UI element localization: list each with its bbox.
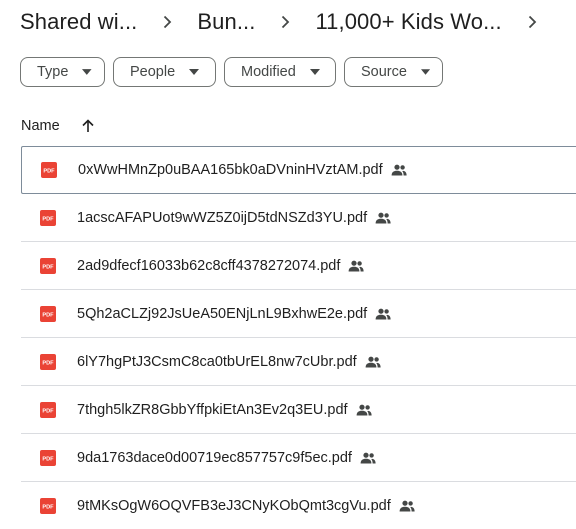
pdf-icon: PDF (40, 305, 56, 322)
file-name: 7thgh5lkZR8GbbYffpkiEtAn3Ev2q3EU.pdf (77, 401, 348, 418)
breadcrumb: Shared wi... Bun... 11,000+ Kids Wo... (20, 4, 562, 40)
pdf-icon: PDF (40, 497, 56, 514)
file-name: 1acscAFAPUot9wWZ5Z0ijD5tdNSZd3YU.pdf (77, 209, 368, 226)
file-name: 6lY7hgPtJ3CsmC8ca0tbUrEL8nw7cUbr.pdf (77, 353, 357, 370)
file-row[interactable]: PDF 9tMKsOgW6OQVFB3eJ3CNyKObQmt3cgVu.pdf (21, 482, 576, 529)
file-name: 9da1763dace0d00719ec857757c9f5ec.pdf (77, 449, 352, 466)
pdf-icon: PDF (40, 257, 56, 274)
chevron-right-icon (255, 10, 315, 34)
file-list: PDF 0xWwHMnZp0uBAA165bk0aDVninHVztAM.pdf P… (21, 146, 576, 529)
arrow-up-icon[interactable] (80, 118, 96, 134)
svg-text:PDF: PDF (42, 504, 54, 510)
source-filter-chip[interactable]: Source (344, 57, 443, 87)
file-row[interactable]: PDF 6lY7hgPtJ3CsmC8ca0tbUrEL8nw7cUbr.pdf (21, 338, 576, 386)
file-name-cell: 9tMKsOgW6OQVFB3eJ3CNyKObQmt3cgVu.pdf (77, 498, 415, 514)
shared-people-icon (375, 308, 391, 319)
people-filter-label: People (130, 64, 176, 80)
shared-people-icon (360, 452, 376, 463)
svg-text:PDF: PDF (42, 408, 54, 414)
file-row[interactable]: PDF 2ad9dfecf16033b62c8cff4378272074.pdf (21, 242, 576, 290)
pdf-icon: PDF (40, 401, 56, 418)
file-name: 9tMKsOgW6OQVFB3eJ3CNyKObQmt3cgVu.pdf (77, 497, 391, 514)
source-filter-label: Source (361, 64, 407, 80)
shared-people-icon (365, 356, 381, 367)
file-row[interactable]: PDF 1acscAFAPUot9wWZ5Z0ijD5tdNSZd3YU.pdf (21, 194, 576, 242)
list-column-header: Name (21, 114, 96, 138)
shared-people-icon (356, 404, 372, 415)
dropdown-arrow-icon (420, 69, 430, 75)
breadcrumb-item-current-folder[interactable]: 11,000+ Kids Wo... (315, 9, 501, 35)
pdf-icon: PDF (40, 353, 56, 370)
people-filter-chip[interactable]: People (113, 57, 216, 87)
svg-text:PDF: PDF (42, 456, 54, 462)
shared-people-icon (391, 164, 407, 176)
svg-text:PDF: PDF (42, 312, 54, 318)
svg-text:PDF: PDF (43, 169, 55, 175)
name-column-header[interactable]: Name (21, 118, 60, 134)
pdf-icon: PDF (41, 162, 57, 178)
file-row[interactable]: PDF 0xWwHMnZp0uBAA165bk0aDVninHVztAM.pdf (21, 146, 576, 194)
breadcrumb-item-shared[interactable]: Shared wi... (20, 9, 137, 35)
file-name-cell: 6lY7hgPtJ3CsmC8ca0tbUrEL8nw7cUbr.pdf (77, 354, 381, 370)
file-name-cell: 9da1763dace0d00719ec857757c9f5ec.pdf (77, 450, 376, 466)
svg-text:PDF: PDF (42, 360, 54, 366)
drive-file-list-page: Shared wi... Bun... 11,000+ Kids Wo... T… (0, 0, 576, 529)
svg-text:PDF: PDF (42, 264, 54, 270)
type-filter-chip[interactable]: Type (20, 57, 105, 87)
dropdown-arrow-icon (189, 69, 200, 75)
file-name-cell: 0xWwHMnZp0uBAA165bk0aDVninHVztAM.pdf (78, 162, 407, 178)
modified-filter-chip[interactable]: Modified (224, 57, 336, 87)
file-name-cell: 1acscAFAPUot9wWZ5Z0ijD5tdNSZd3YU.pdf (77, 210, 391, 226)
file-name-cell: 7thgh5lkZR8GbbYffpkiEtAn3Ev2q3EU.pdf (77, 402, 372, 418)
breadcrumb-item-bundle[interactable]: Bun... (197, 9, 255, 35)
file-row[interactable]: PDF 5Qh2aCLZj92JsUeA50ENjLnL9BxhwE2e.pdf (21, 290, 576, 338)
shared-people-icon (349, 260, 365, 271)
filter-chip-bar: Type People Modified Source (20, 57, 443, 87)
shared-people-icon (375, 212, 391, 223)
chevron-right-icon (137, 10, 197, 34)
dropdown-arrow-icon (82, 69, 92, 75)
chevron-right-icon[interactable] (502, 10, 562, 34)
file-name: 0xWwHMnZp0uBAA165bk0aDVninHVztAM.pdf (78, 162, 383, 178)
file-name: 5Qh2aCLZj92JsUeA50ENjLnL9BxhwE2e.pdf (77, 305, 368, 322)
file-row[interactable]: PDF 7thgh5lkZR8GbbYffpkiEtAn3Ev2q3EU.pdf (21, 386, 576, 434)
file-name: 2ad9dfecf16033b62c8cff4378272074.pdf (77, 257, 341, 274)
svg-text:PDF: PDF (42, 216, 54, 222)
file-name-cell: 2ad9dfecf16033b62c8cff4378272074.pdf (77, 257, 365, 274)
pdf-icon: PDF (40, 449, 56, 466)
dropdown-arrow-icon (309, 69, 320, 75)
file-name-cell: 5Qh2aCLZj92JsUeA50ENjLnL9BxhwE2e.pdf (77, 306, 391, 322)
shared-people-icon (399, 500, 415, 511)
modified-filter-label: Modified (241, 64, 296, 80)
file-row[interactable]: PDF 9da1763dace0d00719ec857757c9f5ec.pdf (21, 434, 576, 482)
pdf-icon: PDF (40, 209, 56, 226)
type-filter-label: Type (37, 64, 69, 80)
